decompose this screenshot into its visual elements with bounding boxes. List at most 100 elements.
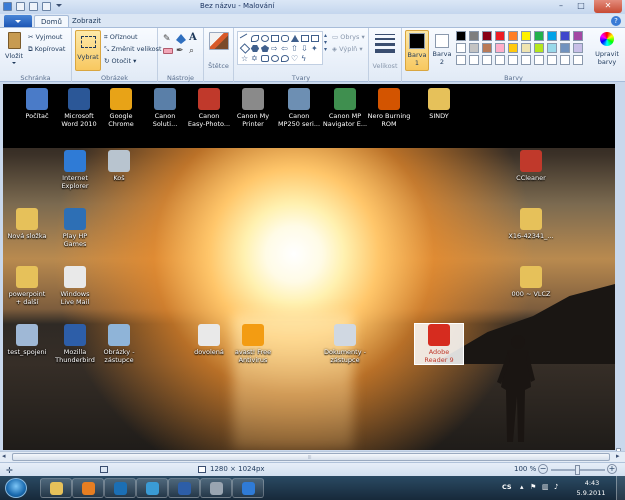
desktop-shortcut[interactable]: Internet Explorer xyxy=(51,150,99,190)
desktop-shortcut[interactable]: Canon My Printer xyxy=(229,88,277,128)
color-swatch[interactable] xyxy=(547,43,557,53)
taskbar-button[interactable] xyxy=(104,478,136,498)
flag-icon[interactable]: ⚑ xyxy=(530,483,536,491)
clock-date[interactable]: 5.9.2011 xyxy=(568,489,614,497)
desktop-shortcut[interactable]: test_spojeni xyxy=(3,324,51,356)
color-swatch[interactable] xyxy=(495,31,505,41)
color-swatch[interactable] xyxy=(521,43,531,53)
desktop-shortcut[interactable]: Koš xyxy=(95,150,143,182)
custom-color-swatch[interactable] xyxy=(573,55,583,65)
oval-shape-icon[interactable] xyxy=(261,35,269,42)
triangle-shape-icon[interactable] xyxy=(291,35,299,42)
lightning-shape-icon[interactable]: ϟ xyxy=(301,55,309,63)
paste-dropdown-icon[interactable] xyxy=(12,62,16,64)
star-five-shape-icon[interactable]: ☆ xyxy=(241,55,249,63)
shapes-scroll-icon[interactable]: ▴ ▾ ▾ xyxy=(324,32,327,53)
rectangle-shape-icon[interactable] xyxy=(271,35,279,42)
desktop-shortcut[interactable]: SINDY xyxy=(415,88,463,120)
close-button[interactable]: ✕ xyxy=(594,0,622,13)
taskbar-button[interactable] xyxy=(232,478,264,498)
desktop-shortcut[interactable]: Obrázky - zástupce xyxy=(95,324,143,364)
arrow-up-shape-icon[interactable]: ⇧ xyxy=(291,45,299,53)
color-swatch[interactable] xyxy=(482,43,492,53)
desktop-shortcut[interactable]: Canon MP Navigator E... xyxy=(321,88,369,128)
custom-color-swatch[interactable] xyxy=(521,55,531,65)
desktop-shortcut[interactable]: Nová složka xyxy=(3,208,51,240)
hexagon-shape-icon[interactable] xyxy=(251,45,259,52)
edit-colors-button[interactable]: Upravit barvy xyxy=(592,30,622,71)
desktop-shortcut[interactable]: Canon Easy-Photo... xyxy=(185,88,233,128)
color1-button[interactable]: Barva 1 xyxy=(405,30,429,71)
color-swatch[interactable] xyxy=(534,31,544,41)
color-swatch[interactable] xyxy=(469,31,479,41)
arrow-right-shape-icon[interactable]: ⇨ xyxy=(271,45,279,53)
color-swatch[interactable] xyxy=(560,31,570,41)
rounded-rectangle-shape-icon[interactable] xyxy=(281,35,289,42)
color2-button[interactable]: Barva 2 xyxy=(431,30,455,71)
desktop-shortcut[interactable]: CCleaner xyxy=(507,150,555,182)
crop-button[interactable]: ⌗ Oříznout xyxy=(104,33,138,42)
desktop-shortcut[interactable]: Canon MP250 seri... xyxy=(275,88,323,128)
custom-color-swatch[interactable] xyxy=(482,55,492,65)
desktop-shortcut[interactable]: dovolená xyxy=(185,324,233,356)
desktop-shortcut[interactable]: Play HP Games xyxy=(51,208,99,248)
taskbar-button[interactable] xyxy=(40,478,72,498)
show-hidden-icons-icon[interactable]: ▴ xyxy=(520,483,524,491)
size-icon[interactable] xyxy=(375,34,395,53)
color-swatch[interactable] xyxy=(456,31,466,41)
color-swatch[interactable] xyxy=(573,43,583,53)
taskbar-button[interactable] xyxy=(72,478,104,498)
desktop-shortcut[interactable]: Nero Burning ROM xyxy=(365,88,413,128)
heart-shape-icon[interactable]: ♡ xyxy=(291,55,299,63)
arrow-down-shape-icon[interactable]: ⇩ xyxy=(301,45,309,53)
network-icon[interactable]: ▥ xyxy=(542,483,549,491)
color-swatch[interactable] xyxy=(469,43,479,53)
color-swatch[interactable] xyxy=(508,43,518,53)
line-shape-icon[interactable] xyxy=(239,33,251,44)
star-six-shape-icon[interactable]: ✡ xyxy=(251,55,259,63)
volume-icon[interactable]: ♪ xyxy=(554,483,558,491)
color-swatch[interactable] xyxy=(534,43,544,53)
color-swatch[interactable] xyxy=(547,31,557,41)
zoom-slider[interactable] xyxy=(551,465,605,475)
custom-color-swatch[interactable] xyxy=(469,55,479,65)
paint-app-icon[interactable] xyxy=(3,2,12,11)
polygon-shape-icon[interactable] xyxy=(301,35,309,42)
desktop-shortcut[interactable]: Dokumenty - zástupce xyxy=(321,324,369,364)
desktop-shortcut[interactable]: Windows Live Mail xyxy=(51,266,99,306)
pentagon-shape-icon[interactable] xyxy=(261,45,269,52)
desktop-shortcut[interactable]: avast! Free Antivirus xyxy=(229,324,277,364)
maximize-button[interactable]: □ xyxy=(572,0,590,13)
file-menu-button[interactable] xyxy=(4,15,32,27)
color-swatch[interactable] xyxy=(573,31,583,41)
customize-quick-access-icon[interactable] xyxy=(56,4,62,7)
desktop-shortcut[interactable]: 000 ~ VLCZ xyxy=(507,266,555,298)
desktop-shortcut[interactable]: Počítač xyxy=(13,88,61,120)
color-swatch[interactable] xyxy=(495,43,505,53)
magnifier-icon[interactable]: ⌕ xyxy=(189,46,194,56)
size-button[interactable]: Velikost xyxy=(369,62,401,70)
help-icon[interactable]: ? xyxy=(611,16,621,26)
save-quick-icon[interactable] xyxy=(16,2,25,11)
desktop-shortcut[interactable]: powerpoint + další xyxy=(3,266,51,306)
eraser-icon[interactable] xyxy=(163,48,173,54)
minimize-button[interactable]: – xyxy=(552,0,570,13)
canvas-area[interactable]: Počítač Microsoft Word 2010 Google Chrome C… xyxy=(0,82,625,462)
custom-color-swatch[interactable] xyxy=(547,55,557,65)
color-swatch[interactable] xyxy=(508,31,518,41)
rotate-button[interactable]: ↻ Otočit ▾ xyxy=(104,57,136,65)
star-four-shape-icon[interactable]: ✦ xyxy=(311,45,319,53)
scroll-right-icon[interactable]: ▸ xyxy=(616,452,620,460)
custom-color-swatch[interactable] xyxy=(456,55,466,65)
callout-rect-shape-icon[interactable] xyxy=(261,55,269,62)
desktop-shortcut[interactable]: Google Chrome xyxy=(97,88,145,128)
diamond-shape-icon[interactable] xyxy=(239,43,251,54)
clock-time[interactable]: 4:43 xyxy=(574,479,610,487)
color-picker-icon[interactable]: ✒ xyxy=(176,46,184,56)
callout-oval-shape-icon[interactable] xyxy=(271,55,279,62)
canvas[interactable]: Počítač Microsoft Word 2010 Google Chrome C… xyxy=(3,84,615,450)
arrow-left-shape-icon[interactable]: ⇦ xyxy=(281,45,289,53)
taskbar-button[interactable] xyxy=(200,478,232,498)
zoom-in-button[interactable]: + xyxy=(607,464,617,474)
desktop-shortcut[interactable]: Canon Soluti... xyxy=(141,88,189,128)
